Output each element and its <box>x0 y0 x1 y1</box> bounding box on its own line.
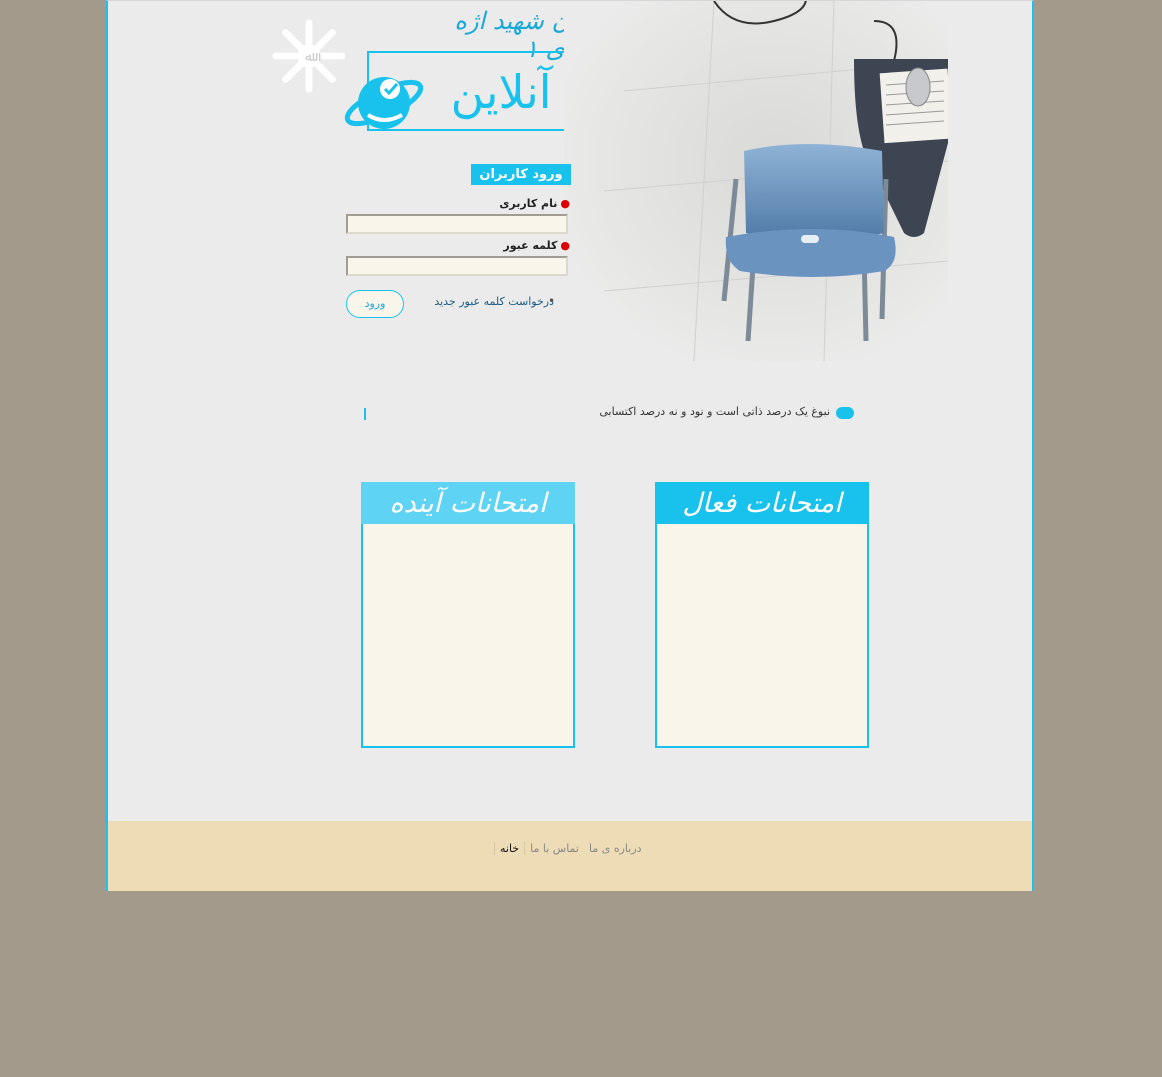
footer-link-about[interactable]: درباره ی ما <box>584 842 647 855</box>
required-marker-icon: ● <box>560 239 570 252</box>
active-exams-panel: امتحانات فعال <box>655 482 869 748</box>
password-label: ●کلمه عبور <box>503 239 570 252</box>
emblem-icon: ﷲ <box>272 19 346 93</box>
password-label-text: کلمه عبور <box>503 239 558 252</box>
active-exams-title: امتحانات فعال <box>655 482 869 524</box>
upcoming-exams-title: امتحانات آینده <box>361 482 575 524</box>
required-marker-icon: ● <box>560 197 570 210</box>
username-input[interactable] <box>346 214 568 234</box>
ticker-marker <box>364 408 366 420</box>
chair-photo <box>564 1 948 361</box>
footer-nav: خانه تماس با ما درباره ی ما <box>494 841 648 855</box>
footer: خانه تماس با ما درباره ی ما <box>108 821 1032 891</box>
username-label-text: نام کاربری <box>499 197 558 210</box>
footer-link-home[interactable]: خانه <box>494 841 524 855</box>
globe-logo-icon <box>344 77 424 129</box>
username-label: ●نام کاربری <box>499 197 570 210</box>
upcoming-exams-panel: امتحانات آینده <box>361 482 575 748</box>
forgot-password-link[interactable]: درخواست کلمه عبور جدید <box>412 295 554 308</box>
footer-link-contact[interactable]: تماس با ما <box>524 841 584 855</box>
password-input[interactable] <box>346 256 568 276</box>
quote-pill-icon <box>836 407 854 419</box>
page-container: ﷲ دبیرستان شهید اژه ای ۱ آزمون آنلاین <box>106 0 1034 891</box>
upcoming-exams-list <box>361 524 575 748</box>
bullet-icon: • <box>548 294 556 308</box>
login-button[interactable]: ورود <box>346 290 404 318</box>
quote-text: نبوغ یک درصد ذاتی است و نود و نه درصد اک… <box>599 405 830 418</box>
login-heading: ورود کاربران <box>471 164 571 185</box>
active-exams-list <box>655 524 869 748</box>
